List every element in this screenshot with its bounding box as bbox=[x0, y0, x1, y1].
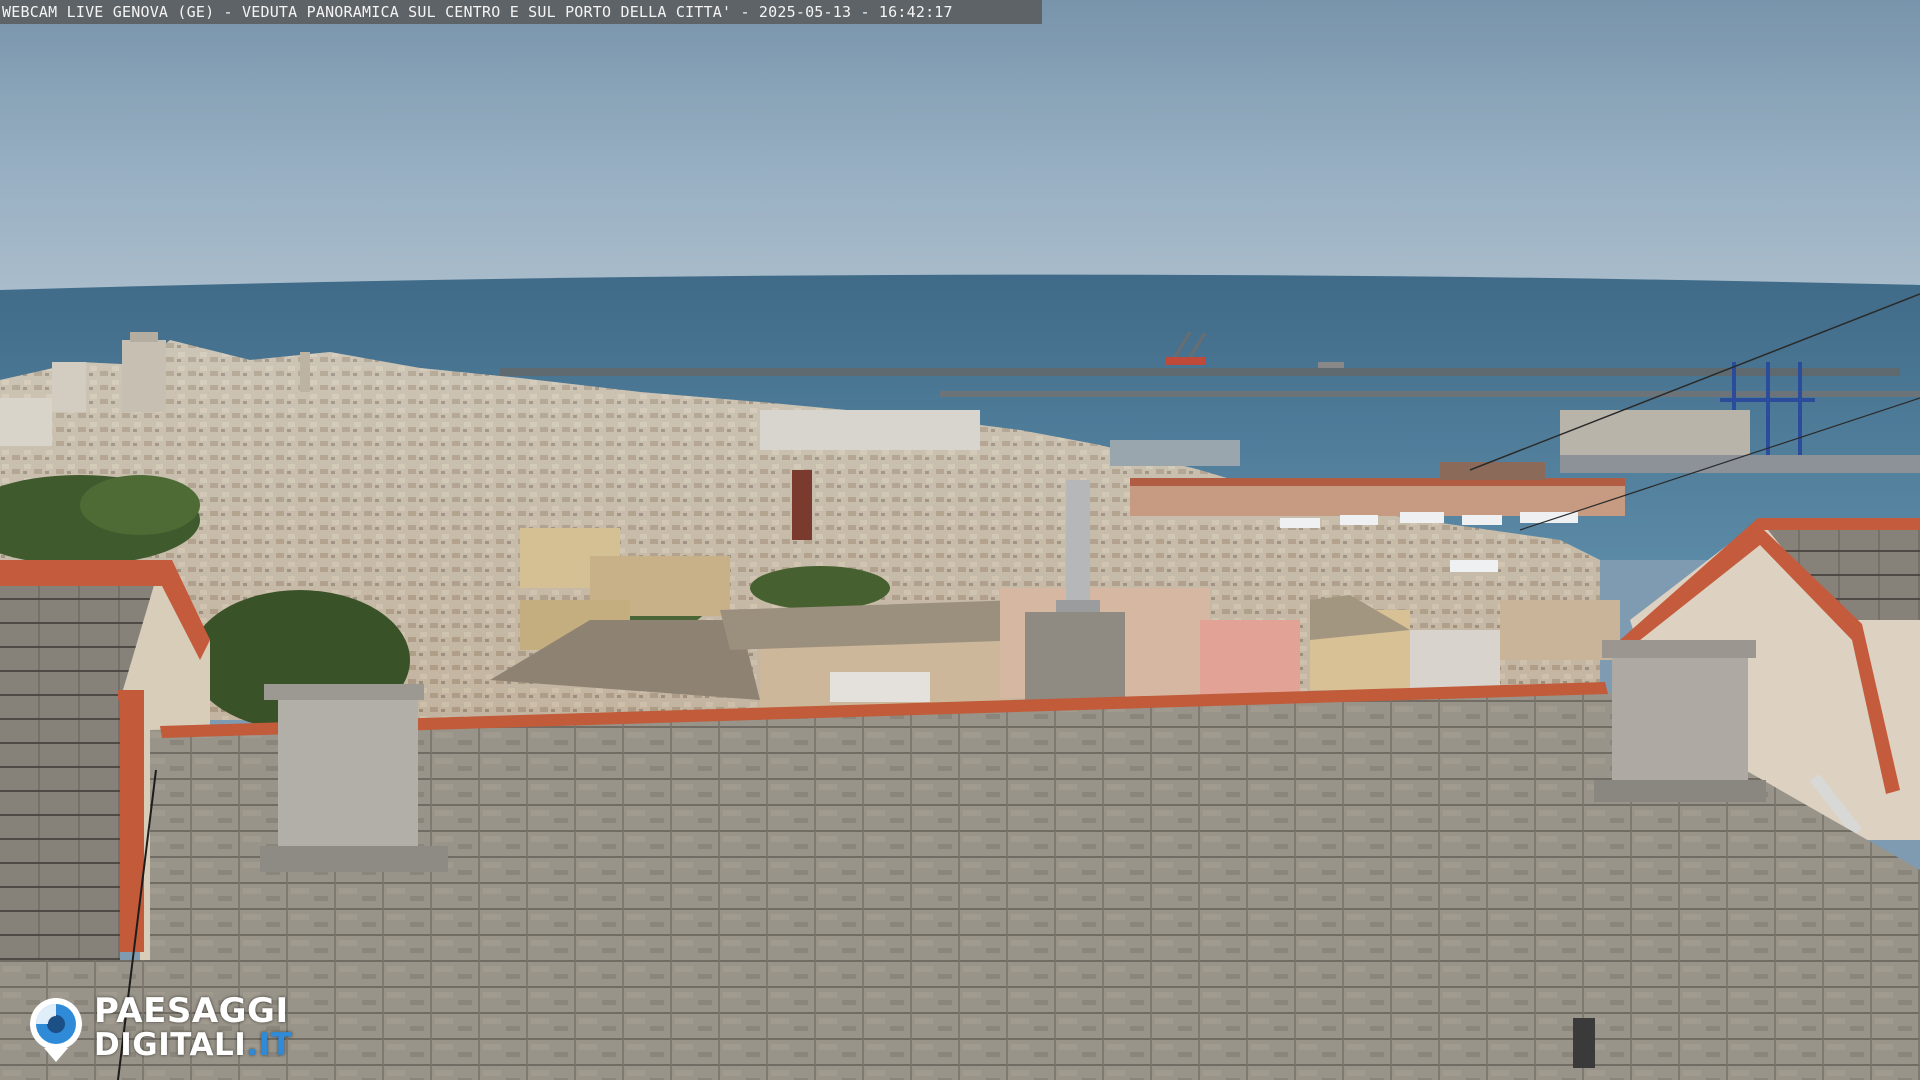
logo-line1: PAESAGGI bbox=[94, 991, 289, 1031]
webcam-caption-bar: WEBCAM LIVE GENOVA (GE) - VEDUTA PANORAM… bbox=[0, 0, 1042, 24]
logo-wordmark: PAESAGGI DIGITALI.IT bbox=[94, 994, 292, 1062]
logo-line2-accent: .IT bbox=[246, 1027, 293, 1063]
logo-line2: DIGITALI.IT bbox=[94, 1028, 292, 1062]
logo-line2-main: DIGITALI bbox=[94, 1027, 247, 1063]
webcam-frame: WEBCAM LIVE GENOVA (GE) - VEDUTA PANORAM… bbox=[0, 0, 1920, 1080]
paesaggi-digitali-logo: PAESAGGI DIGITALI.IT bbox=[26, 994, 346, 1064]
panorama-image bbox=[0, 0, 1920, 1080]
webcam-caption: WEBCAM LIVE GENOVA (GE) - VEDUTA PANORAM… bbox=[2, 3, 953, 21]
camera-eye-icon bbox=[30, 998, 82, 1062]
